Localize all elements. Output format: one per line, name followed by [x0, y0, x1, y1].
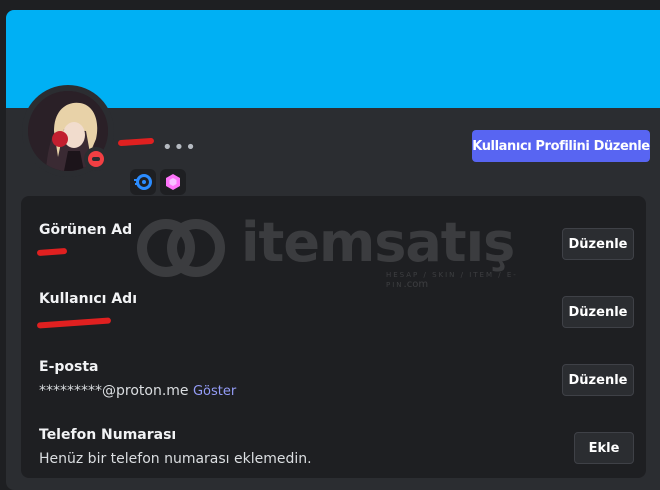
display-name-field: Görünen Ad: [39, 220, 519, 264]
display-name-value: [39, 244, 519, 264]
username-field: Kullanıcı Adı: [39, 289, 519, 333]
reveal-email-link[interactable]: Göster: [193, 384, 236, 399]
edit-display-name-button[interactable]: Düzenle: [562, 228, 634, 260]
redacted-username: [117, 137, 155, 147]
edit-email-button[interactable]: Düzenle: [562, 364, 634, 396]
username-label: Kullanıcı Adı: [39, 291, 138, 307]
nitro-boost-badge-icon[interactable]: [160, 169, 186, 195]
email-value-row: *********@proton.me Göster: [39, 381, 519, 401]
status-dnd-icon: [84, 147, 108, 171]
email-value: *********@proton.me: [39, 383, 189, 399]
hypesquad-badge-icon[interactable]: [130, 169, 156, 195]
add-phone-button[interactable]: Ekle: [574, 432, 634, 464]
profile-banner: [6, 10, 660, 108]
email-label: E-posta: [39, 359, 99, 375]
edit-profile-button[interactable]: Kullanıcı Profilini Düzenle: [472, 130, 650, 162]
account-card: ••• Kullanıcı Profilini Düzenle Görünen …: [6, 10, 660, 490]
phone-label: Telefon Numarası: [39, 427, 177, 443]
account-info-panel: Görünen Ad Düzenle Kullanıcı Adı Düzenle…: [21, 196, 646, 478]
email-field: E-posta *********@proton.me Göster: [39, 357, 519, 401]
display-name-label: Görünen Ad: [39, 222, 133, 238]
phone-value: Henüz bir telefon numarası eklemedin.: [39, 451, 312, 467]
username-value: [39, 313, 519, 333]
phone-field: Telefon Numarası Henüz bir telefon numar…: [39, 425, 519, 469]
badge-list: [130, 169, 186, 197]
edit-username-button[interactable]: Düzenle: [562, 296, 634, 328]
more-horizontal-icon[interactable]: •••: [162, 139, 196, 159]
